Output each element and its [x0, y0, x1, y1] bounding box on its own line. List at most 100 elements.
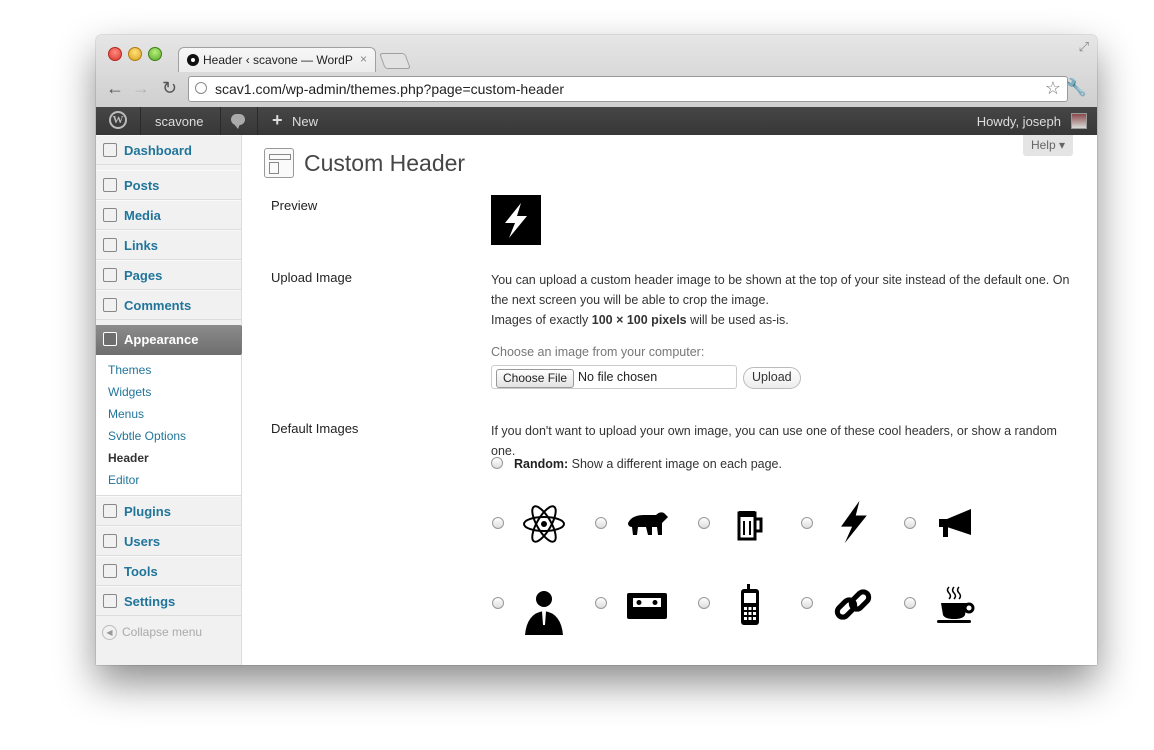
plug-icon	[103, 504, 117, 518]
admin-sidebar: Dashboard Posts Media Links Pages Commen…	[96, 135, 242, 665]
sidebar-item-media[interactable]: Media	[96, 200, 241, 230]
link-icon	[103, 238, 117, 252]
header-radio-coffee[interactable]	[904, 597, 916, 609]
header-radio-cassette[interactable]	[595, 597, 607, 609]
browser-window: Header ‹ scavone — WordPre × ⤢ ← → ↻ sca…	[96, 35, 1097, 665]
sidebar-item-dashboard[interactable]: Dashboard	[96, 135, 241, 165]
browser-chrome: Header ‹ scavone — WordPre × ⤢ ← → ↻ sca…	[96, 35, 1097, 108]
preview-label: Preview	[271, 198, 318, 213]
minimize-window-button[interactable]	[128, 47, 142, 61]
submenu-item-widgets[interactable]: Widgets	[108, 385, 151, 399]
header-radio-chain[interactable]	[801, 597, 813, 609]
globe-icon	[195, 82, 207, 94]
file-input[interactable]: Choose File No file chosen	[491, 365, 737, 389]
tab-title: Header ‹ scavone — WordPre	[203, 53, 353, 67]
sidebar-item-label: Links	[124, 238, 158, 253]
sidebar-item-label: Media	[124, 208, 161, 223]
zoom-window-button[interactable]	[148, 47, 162, 61]
address-bar[interactable]: scav1.com/wp-admin/themes.php?page=custo…	[188, 76, 1068, 102]
wordpress-logo-icon[interactable]: W	[109, 111, 127, 129]
sidebar-item-comments[interactable]: Comments	[96, 290, 241, 320]
random-desc: Show a different image on each page.	[568, 457, 782, 471]
sidebar-item-label: Users	[124, 534, 161, 549]
sidebar-item-label: Posts	[124, 178, 160, 193]
lightning-icon	[841, 500, 867, 544]
close-window-button[interactable]	[108, 47, 122, 61]
new-content-link[interactable]: New	[292, 114, 318, 129]
submenu-item-menus[interactable]: Menus	[108, 407, 144, 421]
avatar[interactable]	[1071, 113, 1087, 129]
header-radio-megaphone[interactable]	[904, 517, 916, 529]
sidebar-item-label: Comments	[124, 298, 192, 313]
beer-mug-icon	[737, 511, 763, 541]
plus-icon[interactable]: +	[272, 110, 283, 131]
wrench-icon[interactable]: 🔧	[1066, 78, 1087, 98]
sidebar-item-tools[interactable]: Tools	[96, 556, 241, 586]
random-option-label: Random: Show a different image on each p…	[514, 457, 782, 471]
choose-file-button[interactable]: Choose File	[496, 369, 575, 388]
header-radio-businessman[interactable]	[492, 597, 504, 609]
atom-icon	[523, 505, 565, 543]
lightning-icon	[505, 203, 527, 238]
sidebar-item-posts[interactable]: Posts	[96, 170, 241, 200]
help-tab-button[interactable]: Help ▾	[1023, 135, 1073, 156]
file-status-text: No file chosen	[578, 370, 658, 384]
sidebar-item-settings[interactable]: Settings	[96, 586, 241, 616]
reload-icon[interactable]: ↻	[162, 78, 177, 99]
forward-arrow-icon[interactable]: →	[132, 78, 150, 99]
upload-description: You can upload a custom header image to …	[491, 273, 1070, 307]
appearance-icon	[103, 332, 117, 346]
submenu-item-svbtle-options[interactable]: Svbtle Options	[108, 429, 186, 443]
new-tab-button[interactable]	[379, 53, 411, 69]
howdy-user-link[interactable]: Howdy, joseph	[977, 114, 1061, 129]
megaphone-icon	[939, 509, 971, 537]
header-radio-atom[interactable]	[492, 517, 504, 529]
size-note-bold: 100 × 100 pixels	[591, 313, 687, 327]
tab-close-icon[interactable]: ×	[360, 52, 367, 66]
collapse-menu-label: Collapse menu	[122, 625, 203, 639]
sidebar-item-links[interactable]: Links	[96, 230, 241, 260]
submenu-item-themes[interactable]: Themes	[108, 363, 151, 377]
comment-icon	[103, 298, 117, 312]
pin-icon	[103, 178, 117, 192]
users-icon	[103, 534, 117, 548]
comment-bubble-icon[interactable]	[231, 114, 245, 129]
upload-size-note: Images of exactly 100 × 100 pixels will …	[491, 310, 1081, 330]
header-radio-phone[interactable]	[698, 597, 710, 609]
submenu-item-header[interactable]: Header	[108, 451, 149, 465]
businessman-icon	[525, 591, 563, 635]
sidebar-item-plugins[interactable]: Plugins	[96, 496, 241, 526]
bookmark-star-icon[interactable]: ☆	[1045, 78, 1061, 99]
submenu-item-editor[interactable]: Editor	[108, 473, 139, 487]
page-title: Custom Header	[304, 150, 466, 176]
back-arrow-icon[interactable]: ←	[106, 78, 124, 99]
sidebar-item-label: Pages	[124, 268, 163, 283]
sidebar-item-pages[interactable]: Pages	[96, 260, 241, 290]
collapse-menu-button[interactable]: ◀ Collapse menu	[102, 625, 203, 641]
default-images-description: If you don't want to upload your own ima…	[491, 424, 1057, 458]
header-radio-bear[interactable]	[595, 517, 607, 529]
appearance-page-icon	[264, 148, 294, 178]
divider	[140, 107, 141, 135]
collapse-arrow-icon: ◀	[102, 625, 117, 641]
default-images-label: Default Images	[271, 421, 359, 436]
browser-tab[interactable]: Header ‹ scavone — WordPre ×	[178, 47, 376, 72]
sidebar-item-label: Appearance	[124, 332, 199, 347]
mobile-phone-icon	[741, 584, 759, 625]
site-name-link[interactable]: scavone	[155, 114, 203, 129]
divider	[257, 107, 258, 135]
sidebar-item-appearance[interactable]: Appearance	[96, 325, 241, 355]
choose-image-label: Choose an image from your computer:	[491, 345, 705, 359]
url-text[interactable]: scav1.com/wp-admin/themes.php?page=custo…	[215, 81, 564, 97]
size-note-post: will be used as-is.	[686, 313, 789, 327]
sidebar-item-label: Plugins	[124, 504, 171, 519]
random-radio[interactable]	[491, 457, 503, 469]
random-bold: Random:	[514, 457, 569, 471]
header-radio-beer[interactable]	[698, 517, 710, 529]
header-radio-lightning[interactable]	[801, 517, 813, 529]
media-icon	[103, 208, 117, 222]
site-favicon-icon	[187, 54, 199, 66]
upload-button[interactable]: Upload	[743, 367, 801, 389]
fullscreen-icon[interactable]: ⤢	[1079, 39, 1089, 55]
sidebar-item-users[interactable]: Users	[96, 526, 241, 556]
